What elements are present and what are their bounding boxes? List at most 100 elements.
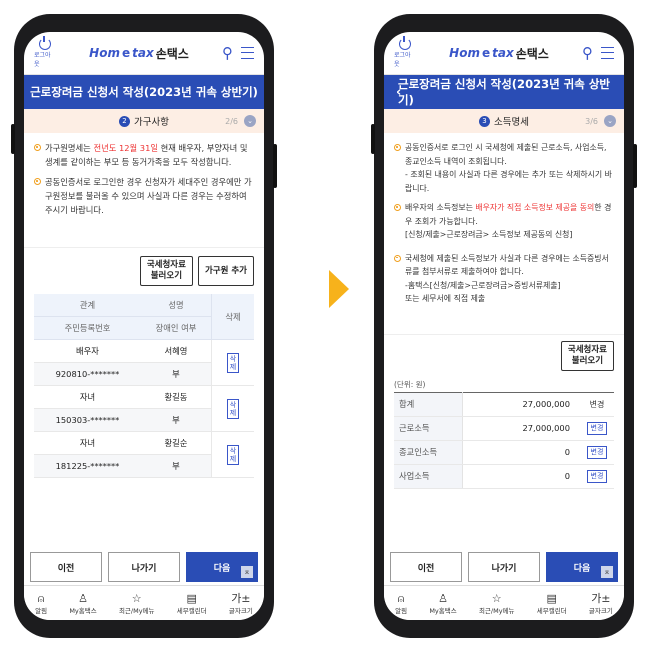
button-label: 국세청자료: [567, 344, 607, 355]
power-button: [273, 144, 277, 188]
exit-button[interactable]: 나가기: [468, 552, 540, 582]
nav-label: 글자크기: [588, 606, 613, 615]
search-icon[interactable]: ⚲: [222, 44, 233, 62]
income-value: 27,000,000: [462, 416, 580, 441]
change-button[interactable]: 변경: [586, 445, 608, 459]
nav-label: 세무캘린더: [176, 606, 207, 615]
logo-e-text: e: [481, 46, 491, 60]
nav-font-size[interactable]: 가± 글자크기: [229, 592, 253, 615]
nav-tax-calendar[interactable]: ▤ 세무캘린더: [537, 592, 567, 615]
button-label: 이전: [417, 563, 435, 574]
nav-label: 글자크기: [228, 606, 253, 615]
change-button[interactable]: 변경: [586, 469, 608, 483]
back-arrow-icon[interactable]: ‹: [396, 85, 401, 100]
scroll-top-icon[interactable]: ⌅: [601, 566, 613, 578]
nav-recent-menu[interactable]: ☆ 최근/My메뉴: [479, 592, 515, 615]
button-label: 다음: [573, 563, 591, 574]
button-label: 이전: [57, 563, 75, 574]
table-row: 합계 27,000,000 변경: [394, 392, 614, 417]
table-row: 자녀 황길순 삭제: [34, 431, 254, 478]
page-title-text: 근로장려금 신청서 작성(2023년 귀속 상반기): [30, 85, 258, 99]
table-row: 자녀 황길동 삭제: [34, 385, 254, 432]
nav-alert[interactable]: ⍝ 알림: [395, 592, 407, 615]
income-label: 합계: [394, 392, 463, 417]
page-title-text: 근로장려금 신청서 작성(2023년 귀속 상반기): [398, 77, 610, 107]
name-cell: 황길순: [140, 431, 212, 455]
power-icon: [399, 36, 411, 50]
chevron-down-icon[interactable]: ⌄: [604, 115, 616, 127]
column-header: 성명: [140, 294, 212, 317]
relation-cell: 배우자: [34, 339, 141, 363]
add-member-button[interactable]: 가구원 추가: [197, 256, 254, 286]
logo-e-text: e: [121, 46, 131, 60]
next-button[interactable]: 다음 ⌅: [546, 552, 618, 582]
relation-cell: 자녀: [34, 431, 141, 455]
phone-frame-left: 로그아웃 Hom e tax 손택스 ⚲ 근로장려금 신청서 작성(2023년 귀속 …: [11, 14, 277, 638]
logo-tax-text: tax: [492, 46, 514, 60]
prev-button[interactable]: 이전: [390, 552, 462, 582]
nav-alert[interactable]: ⍝ 알림: [35, 592, 47, 615]
volume-button: [11, 124, 15, 154]
hometax-logo[interactable]: Hom e tax 손택스: [449, 45, 549, 62]
name-cell: 서혜영: [140, 339, 212, 363]
menu-icon[interactable]: [240, 47, 254, 59]
notice-text: 공동인증서로 로그인 시 국세청에 제출된 근로소득, 사업소득, 종교인소득 …: [405, 143, 607, 166]
nav-my-hometax[interactable]: ♙ My홈택스: [69, 592, 96, 615]
unit-label: (단위: 원): [394, 379, 426, 389]
nav-my-hometax[interactable]: ♙ My홈택스: [429, 592, 456, 615]
nav-label: My홈택스: [429, 606, 457, 615]
notice-subtext: [신청/제출>근로장려금> 소득정보 제공동의 신청]: [405, 230, 573, 239]
button-label: 나가기: [491, 563, 517, 574]
button-label: 불러오기: [150, 271, 183, 281]
person-icon: ♙: [438, 591, 448, 605]
notice-text: 배우자의 소득정보는: [405, 203, 476, 212]
menu-icon[interactable]: [600, 47, 614, 59]
bell-icon: ⍝: [37, 591, 45, 605]
nav-font-size[interactable]: 가± 글자크기: [589, 592, 613, 615]
scroll-top-icon[interactable]: ⌅: [241, 566, 253, 578]
prev-button[interactable]: 이전: [30, 552, 102, 582]
hometax-logo[interactable]: Hom e tax 손택스: [89, 45, 189, 62]
rrn-cell: 150303-*******: [34, 408, 141, 432]
import-nts-data-button[interactable]: 국세청자료 불러오기: [560, 340, 614, 371]
change-button[interactable]: 변경: [586, 421, 608, 435]
name-cell: 황길동: [140, 385, 212, 409]
column-header: 삭제: [211, 294, 254, 340]
nav-tax-calendar[interactable]: ▤ 세무캘린더: [177, 592, 207, 615]
rrn-cell: 181225-*******: [34, 454, 141, 478]
next-button[interactable]: 다음 ⌅: [186, 552, 258, 582]
phone-screen: 로그아웃 Hom e tax 손택스 ⚲ ‹ 근로장려금 신청서 작성(2023년 귀…: [384, 32, 624, 620]
bullet-icon: [34, 178, 41, 185]
table-row: 종교인소득 0 변경: [394, 440, 614, 465]
nav-label: 최근/My메뉴: [478, 606, 515, 615]
page-title: 근로장려금 신청서 작성(2023년 귀속 상반기): [24, 75, 264, 109]
table-row: 배우자 서혜영 삭제: [34, 339, 254, 386]
logo-home-text: Hom: [89, 46, 120, 60]
logo-son-text: 손택스: [515, 46, 549, 61]
notice-item: 공동인증서로 로그인한 경우 신청자가 세대주인 경우에만 가구원정보를 불러올…: [34, 175, 254, 217]
delete-button[interactable]: 삭제: [226, 398, 240, 419]
fontsize-icon: 가±: [231, 591, 251, 605]
disabled-cell: 부: [140, 454, 212, 478]
logout-button[interactable]: 로그아웃: [34, 36, 56, 68]
delete-label: 제: [229, 454, 237, 463]
notice-item: 가구원명세는 전년도 12월 31일 현재 배우자, 부양자녀 및 생계를 같이…: [34, 141, 254, 169]
logout-button[interactable]: 로그아웃: [394, 36, 416, 68]
nav-label: 세무캘린더: [536, 606, 567, 615]
chevron-down-icon[interactable]: ⌄: [244, 115, 256, 127]
step-indicator: 3 소득명세 3/6 ⌄: [384, 109, 624, 133]
search-icon[interactable]: ⚲: [582, 44, 593, 62]
bullet-icon: [394, 144, 401, 151]
delete-button[interactable]: 삭제: [226, 444, 240, 465]
bullet-icon: [394, 204, 401, 211]
exit-button[interactable]: 나가기: [108, 552, 180, 582]
arrow-right-icon: [329, 270, 349, 308]
income-value: 27,000,000: [462, 392, 580, 417]
notice-text: 가구원명세는: [45, 143, 94, 153]
nav-recent-menu[interactable]: ☆ 최근/My메뉴: [119, 592, 155, 615]
income-label: 근로소득: [394, 416, 463, 441]
delete-button[interactable]: 삭제: [226, 352, 240, 373]
calendar-icon: ▤: [546, 591, 557, 605]
import-nts-data-button[interactable]: 국세청자료 불러오기: [139, 256, 193, 286]
delete-label: 제: [229, 408, 237, 417]
